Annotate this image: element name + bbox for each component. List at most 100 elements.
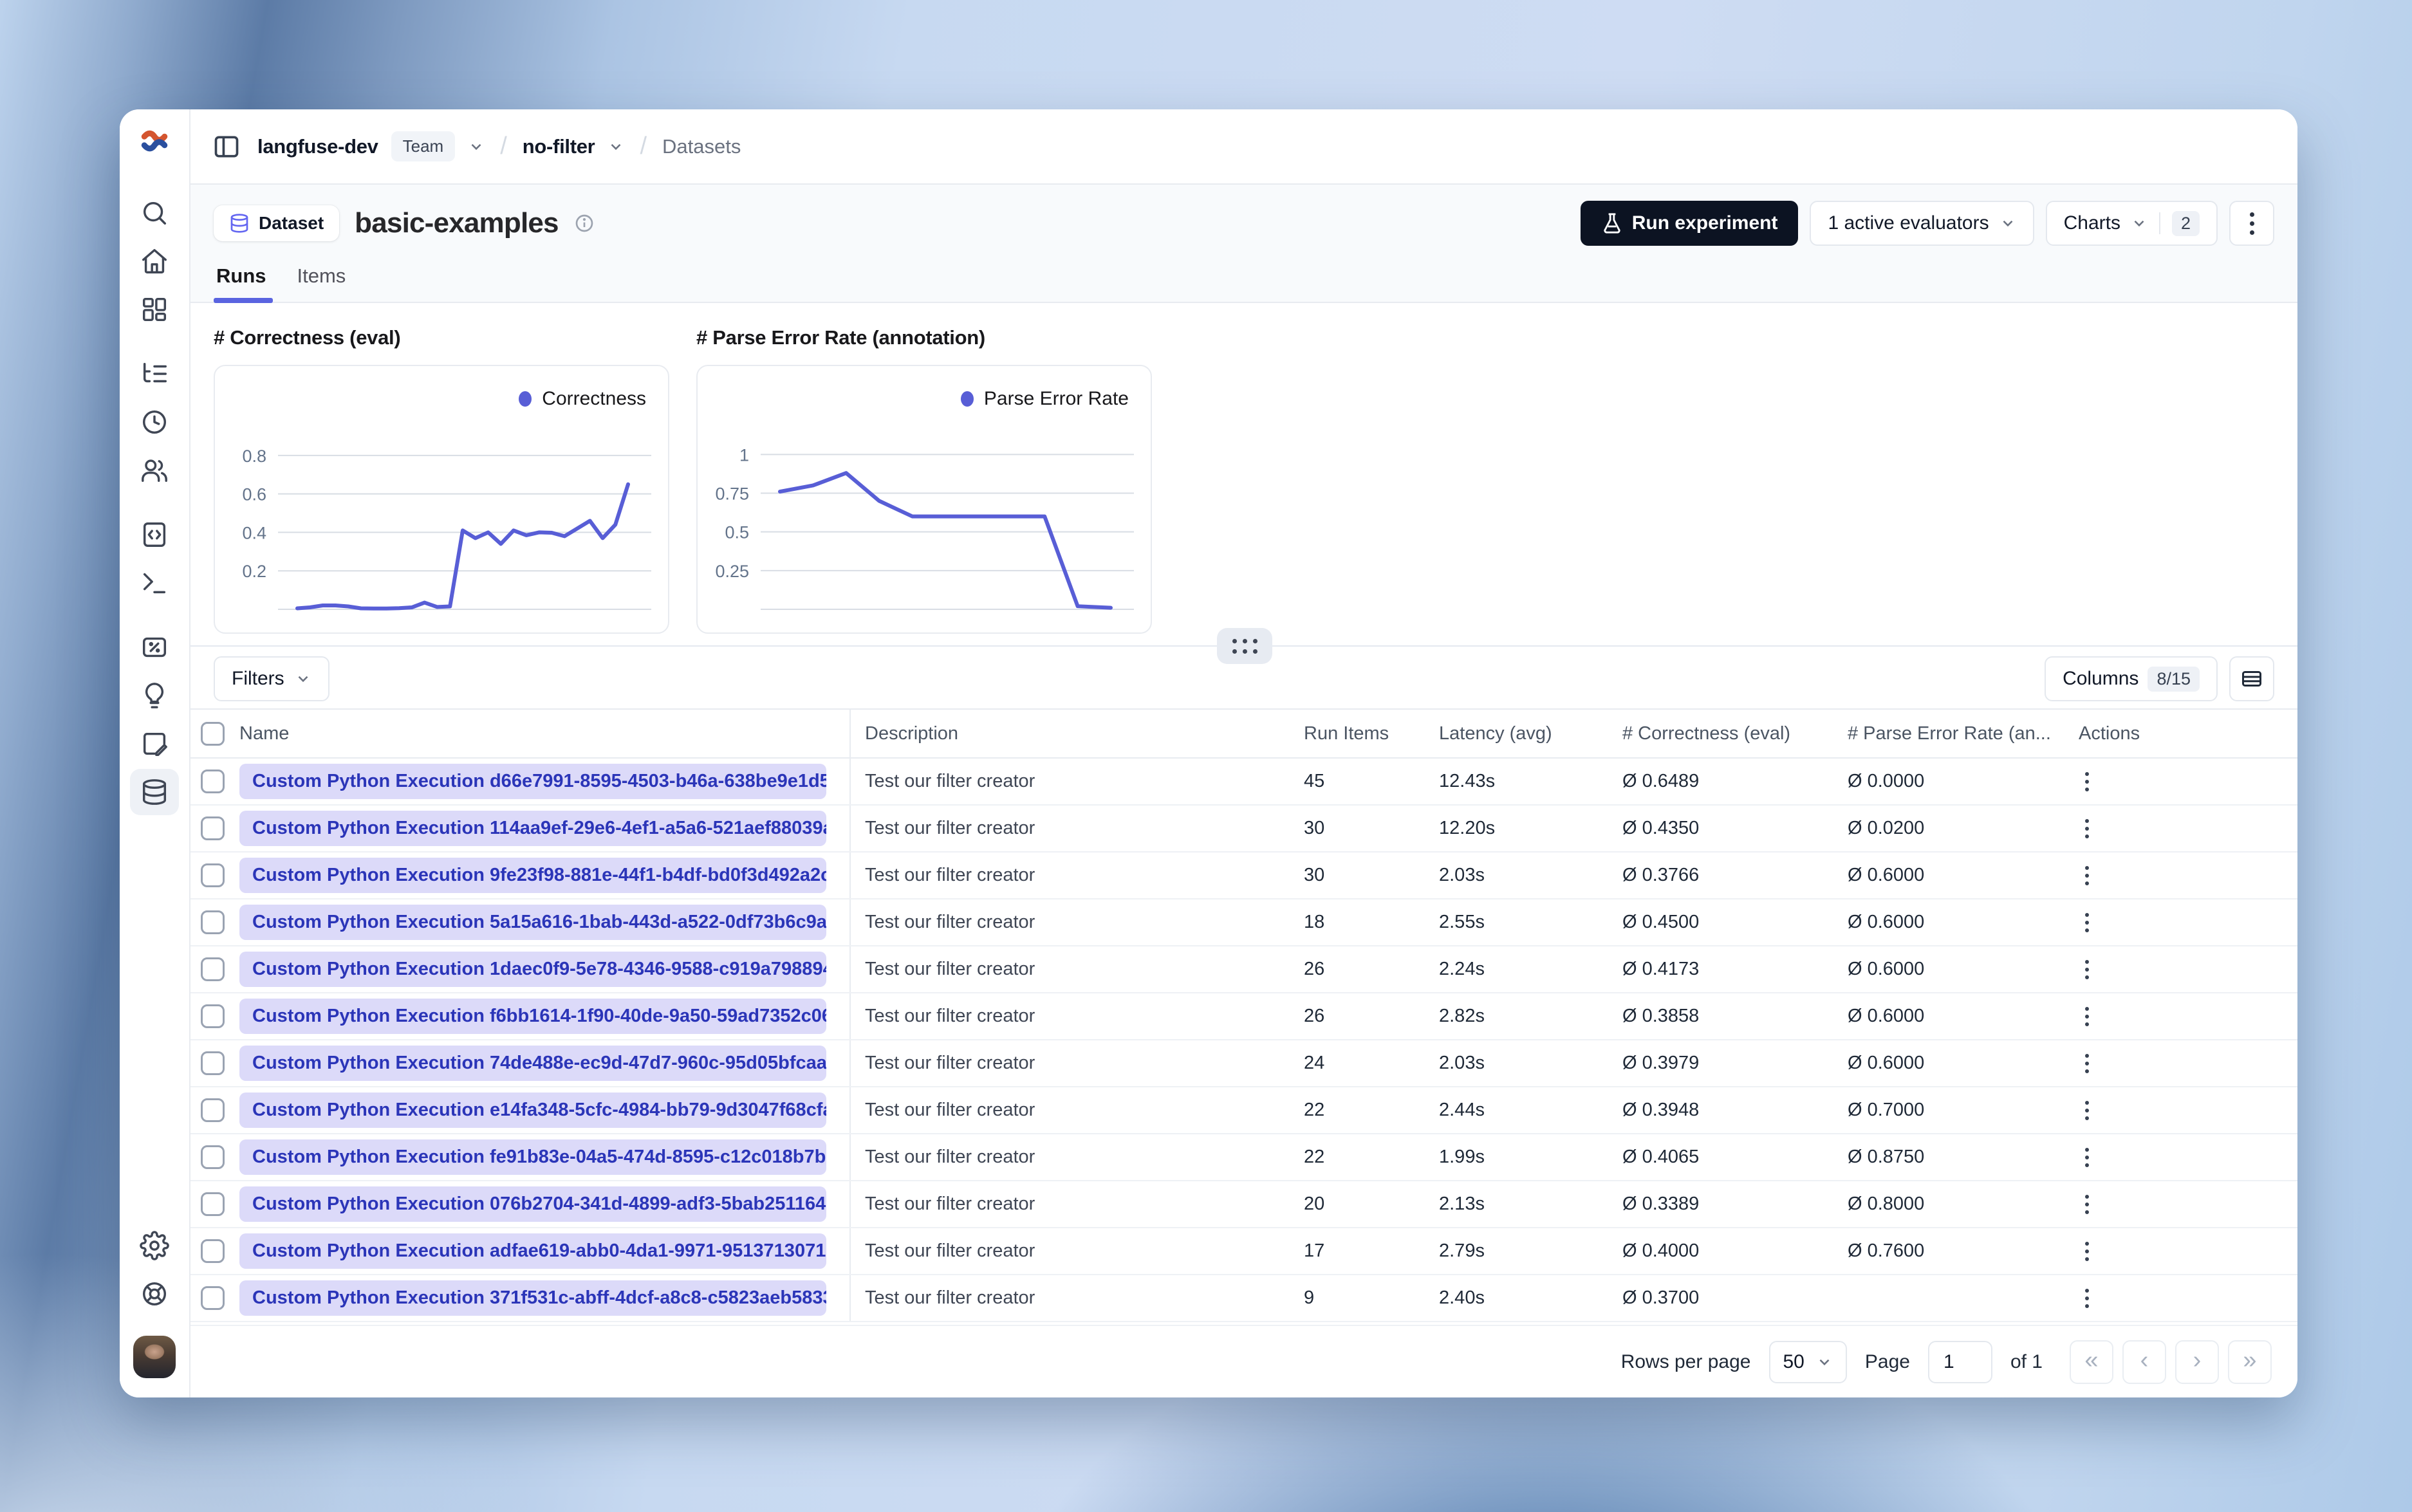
sidebar-item-settings[interactable] bbox=[130, 1222, 179, 1269]
column-header-name[interactable]: Name bbox=[239, 710, 851, 757]
row-actions-button[interactable] bbox=[2079, 1188, 2095, 1221]
svg-text:0.6: 0.6 bbox=[242, 485, 266, 504]
run-name-link[interactable]: Custom Python Execution 076b2704-341d-48… bbox=[239, 1186, 826, 1222]
row-checkbox[interactable] bbox=[201, 1192, 225, 1216]
row-actions-button[interactable] bbox=[2079, 907, 2095, 939]
row-checkbox[interactable] bbox=[201, 1004, 225, 1028]
columns-button[interactable]: Columns 8/15 bbox=[2045, 656, 2218, 701]
panel-resize-handle[interactable] bbox=[1217, 628, 1272, 664]
sidebar-item-dashboards[interactable] bbox=[130, 286, 179, 333]
line-chart-plot: 0.2 0.4 0.6 0.8 bbox=[242, 447, 651, 611]
rows-per-page-label: Rows per page bbox=[1620, 1351, 1751, 1372]
insights-icon bbox=[145, 683, 164, 708]
previous-page-button[interactable]: ‹ bbox=[2122, 1340, 2166, 1384]
column-header-correctness-eval[interactable]: # Correctness (eval) bbox=[1613, 710, 1838, 757]
row-actions-button[interactable] bbox=[2079, 1235, 2095, 1268]
sidebar-item-playground[interactable] bbox=[130, 560, 179, 606]
run-name-link[interactable]: Custom Python Execution 1daec0f9-5e78-43… bbox=[239, 952, 826, 987]
run-parse-error-avg: Ø 0.0000 bbox=[1848, 771, 1925, 791]
table-row: Custom Python Execution 5a15a616-1bab-44… bbox=[190, 899, 2297, 946]
chevron-down-icon[interactable] bbox=[608, 138, 624, 155]
row-checkbox[interactable] bbox=[201, 770, 225, 793]
run-name-link[interactable]: Custom Python Execution e14fa348-5cfc-49… bbox=[239, 1093, 826, 1128]
row-actions-button[interactable] bbox=[2079, 766, 2095, 798]
row-actions-button[interactable] bbox=[2079, 1047, 2095, 1080]
run-name-link[interactable]: Custom Python Execution 74de488e-ec9d-47… bbox=[239, 1046, 826, 1081]
evaluators-dropdown[interactable]: 1 active evaluators bbox=[1810, 201, 2034, 246]
column-header-description[interactable]: Description bbox=[851, 710, 1295, 757]
sidebar-item-search[interactable] bbox=[130, 190, 179, 236]
tab-items[interactable]: Items bbox=[297, 264, 346, 302]
sidebar-item-tracing[interactable] bbox=[130, 351, 179, 397]
sidebar-item-support[interactable] bbox=[130, 1271, 179, 1317]
row-actions-button[interactable] bbox=[2079, 1094, 2095, 1127]
info-icon[interactable] bbox=[574, 213, 595, 234]
row-actions-button[interactable] bbox=[2079, 1282, 2095, 1314]
row-height-button[interactable] bbox=[2229, 656, 2274, 701]
sidebar-item-home[interactable] bbox=[130, 238, 179, 284]
row-checkbox[interactable] bbox=[201, 1286, 225, 1310]
run-correctness-avg: Ø 0.4173 bbox=[1622, 959, 1700, 979]
legend-label: Correctness bbox=[542, 388, 646, 409]
breadcrumb-org[interactable]: langfuse-dev bbox=[257, 135, 378, 158]
sidebar-item-scores[interactable] bbox=[130, 624, 179, 670]
page-number-input[interactable] bbox=[1927, 1340, 1992, 1383]
user-avatar[interactable] bbox=[133, 1336, 176, 1378]
run-name-link[interactable]: Custom Python Execution f6bb1614-1f90-40… bbox=[239, 999, 826, 1034]
sidebar-item-datasets[interactable] bbox=[130, 769, 179, 815]
run-experiment-button[interactable]: Run experiment bbox=[1580, 201, 1799, 246]
run-name-link[interactable]: Custom Python Execution 5a15a616-1bab-44… bbox=[239, 905, 826, 940]
row-actions-button[interactable] bbox=[2079, 954, 2095, 986]
more-actions-button[interactable] bbox=[2229, 201, 2274, 246]
row-checkbox[interactable] bbox=[201, 816, 225, 840]
column-header-parse-error-rate-an[interactable]: # Parse Error Rate (an... bbox=[1838, 710, 2058, 757]
breadcrumb-project[interactable]: no-filter bbox=[523, 135, 595, 158]
row-checkbox[interactable] bbox=[201, 1239, 225, 1263]
tab-runs[interactable]: Runs bbox=[214, 264, 272, 303]
row-checkbox[interactable] bbox=[201, 1098, 225, 1122]
row-checkbox[interactable] bbox=[201, 1051, 225, 1075]
row-actions-button[interactable] bbox=[2079, 860, 2095, 892]
run-name-link[interactable]: Custom Python Execution 9fe23f98-881e-44… bbox=[239, 858, 826, 893]
last-page-button[interactable]: » bbox=[2228, 1340, 2272, 1384]
run-items-count: 20 bbox=[1304, 1194, 1325, 1214]
sidebar-item-sessions[interactable] bbox=[130, 399, 179, 445]
chart-card: Parse Error Rate 0.25 0.5 0.75 1 bbox=[696, 365, 1152, 634]
next-page-button[interactable]: › bbox=[2175, 1340, 2219, 1384]
charts-dropdown[interactable]: Charts 2 bbox=[2045, 201, 2218, 246]
select-all-checkbox[interactable] bbox=[201, 721, 225, 746]
run-name-link[interactable]: Custom Python Execution 114aa9ef-29e6-4e… bbox=[239, 811, 826, 846]
row-actions-button[interactable] bbox=[2079, 813, 2095, 845]
sidebar-item-insights[interactable] bbox=[130, 672, 179, 719]
run-name-link[interactable]: Custom Python Execution 371f531c-abff-4d… bbox=[239, 1280, 826, 1316]
run-latency: 1.99s bbox=[1439, 1147, 1485, 1167]
filters-button[interactable]: Filters bbox=[214, 656, 329, 701]
sidebar-item-prompts[interactable] bbox=[130, 512, 179, 558]
run-description: Test our filter creator bbox=[865, 1147, 1035, 1167]
sidebar-toggle-button[interactable] bbox=[212, 133, 241, 161]
row-checkbox[interactable] bbox=[201, 910, 225, 934]
table-row: Custom Python Execution f6bb1614-1f90-40… bbox=[190, 993, 2297, 1040]
run-parse-error-avg: Ø 0.6000 bbox=[1848, 1006, 1925, 1026]
row-checkbox[interactable] bbox=[201, 1145, 225, 1169]
first-page-button[interactable]: « bbox=[2070, 1340, 2113, 1384]
row-actions-button[interactable] bbox=[2079, 1141, 2095, 1174]
chevron-down-icon[interactable] bbox=[468, 138, 485, 155]
sidebar-item-users[interactable] bbox=[130, 447, 179, 493]
column-header-actions[interactable]: Actions bbox=[2058, 710, 2297, 757]
row-checkbox[interactable] bbox=[201, 863, 225, 887]
row-checkbox[interactable] bbox=[201, 957, 225, 981]
rows-per-page-select[interactable]: 50 bbox=[1768, 1340, 1847, 1383]
run-items-count: 26 bbox=[1304, 1006, 1325, 1026]
run-name-link[interactable]: Custom Python Execution d66e7991-8595-45… bbox=[239, 764, 826, 799]
row-actions-button[interactable] bbox=[2079, 1000, 2095, 1033]
run-items-count: 22 bbox=[1304, 1147, 1325, 1167]
column-header-run-items[interactable]: Run Items bbox=[1295, 710, 1429, 757]
run-name-link[interactable]: Custom Python Execution adfae619-abb0-4d… bbox=[239, 1233, 826, 1269]
chevron-down-icon bbox=[2003, 220, 2013, 227]
column-header-latency-avg[interactable]: Latency (avg) bbox=[1429, 710, 1613, 757]
run-name-link[interactable]: Custom Python Execution fe91b83e-04a5-47… bbox=[239, 1139, 826, 1175]
table-row: Custom Python Execution 74de488e-ec9d-47… bbox=[190, 1040, 2297, 1087]
sidebar-item-annotation[interactable] bbox=[130, 721, 179, 767]
breadcrumb-section[interactable]: Datasets bbox=[662, 135, 741, 158]
